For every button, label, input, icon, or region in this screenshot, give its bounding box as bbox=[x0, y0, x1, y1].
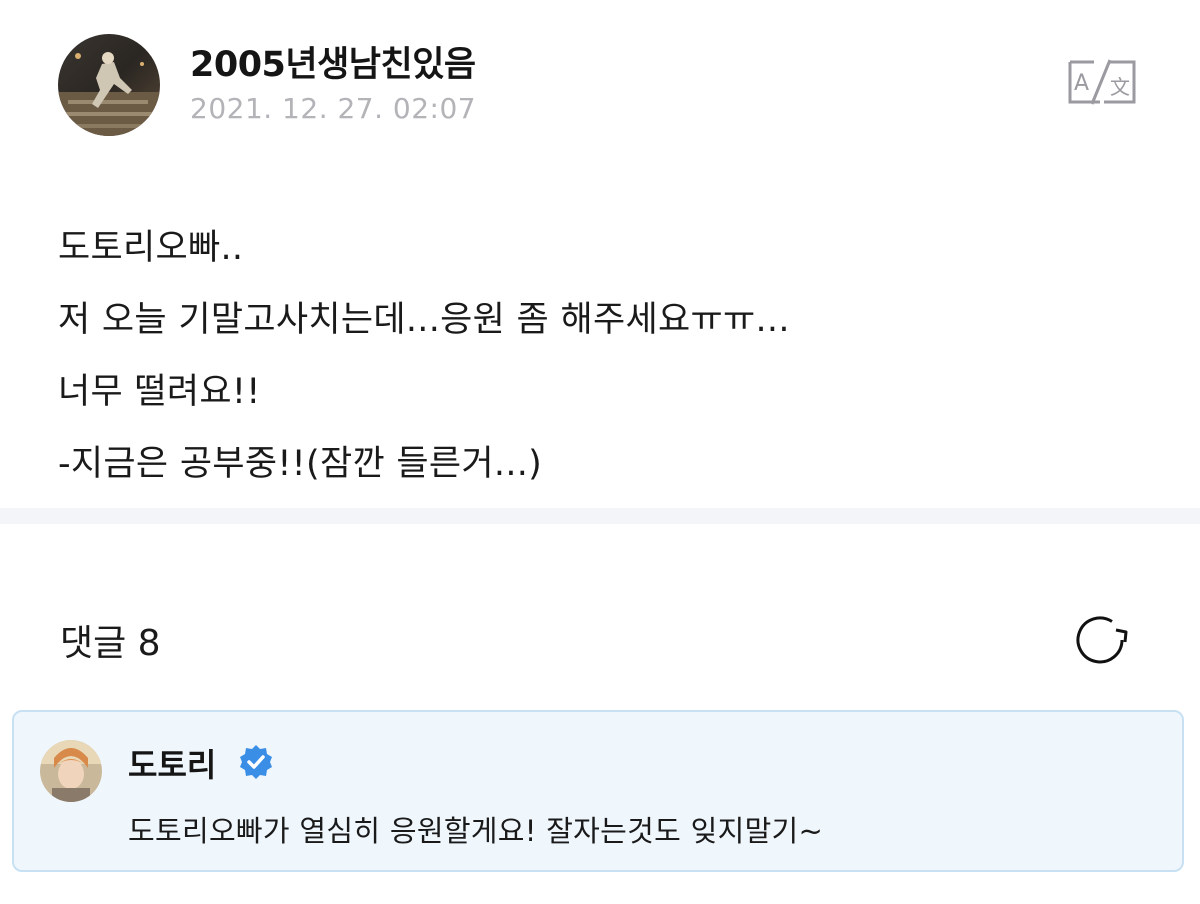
post-line: -지금은 공부중!!(잠깐 들른거...) bbox=[58, 444, 543, 484]
comment-avatar[interactable] bbox=[40, 740, 102, 802]
post-line: 저 오늘 기말고사치는데...응원 좀 해주세요ㅠㅠ... bbox=[58, 300, 790, 340]
translate-icon[interactable]: A 文 bbox=[1064, 56, 1140, 108]
comment-item[interactable]: 도토리 도토리오빠가 열심히 응원할게요! 잘자는것도 잊지말기~ bbox=[12, 710, 1184, 872]
post-line: 도토리오빠.. bbox=[58, 228, 244, 268]
verified-badge-icon bbox=[238, 744, 274, 780]
comment-text: 도토리오빠가 열심히 응원할게요! 잘자는것도 잊지말기~ bbox=[128, 814, 824, 848]
post-header: 2005년생남친있음 2021. 12. 27. 02:07 A 文 bbox=[0, 0, 1200, 160]
svg-text:文: 文 bbox=[1110, 75, 1130, 99]
post-body: 도토리오빠.. 저 오늘 기말고사치는데...응원 좀 해주세요ㅠㅠ... 너무… bbox=[58, 212, 1158, 500]
refresh-icon[interactable] bbox=[1072, 610, 1132, 670]
section-divider bbox=[0, 508, 1200, 524]
comments-count: 댓글 8 bbox=[60, 623, 161, 664]
svg-text:A: A bbox=[1074, 71, 1089, 96]
author-avatar[interactable] bbox=[58, 34, 160, 136]
post-line: 너무 떨려요!! bbox=[58, 372, 261, 412]
comments-header: 댓글 8 bbox=[0, 524, 1200, 704]
comment-author[interactable]: 도토리 bbox=[128, 740, 216, 786]
author-name[interactable]: 2005년생남친있음 bbox=[190, 36, 476, 87]
post-date: 2021. 12. 27. 02:07 bbox=[190, 92, 477, 125]
